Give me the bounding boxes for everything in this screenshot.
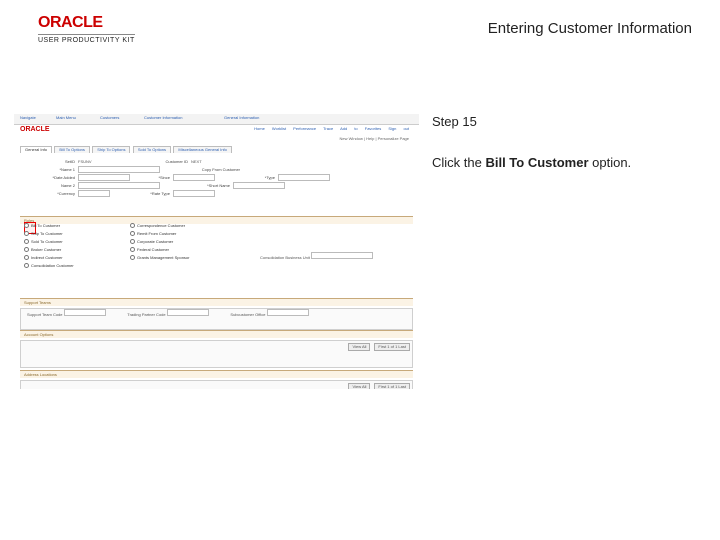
btn-copy-from[interactable]: Copy From Customer: [160, 166, 243, 174]
instruction-text: Click the Bill To Customer option.: [432, 155, 692, 170]
logo-main: ORACLE: [38, 14, 135, 32]
lbl-trading-partner: Trading Partner Code: [127, 312, 165, 317]
lbl-type: *Type: [215, 174, 278, 182]
lbl-currency: *Currency: [20, 190, 78, 198]
lbl-setid: SetID: [20, 158, 78, 166]
checkbox-ship-to-customer[interactable]: Ship To Customer: [24, 230, 114, 238]
page-tools[interactable]: New Window | Help | Personalize Page: [340, 137, 409, 141]
val-setid: FSUNV: [78, 158, 118, 166]
checkbox-indirect-customer[interactable]: Indirect Customer: [24, 254, 114, 262]
tab-strip: General Info Bill To Options Ship To Opt…: [20, 146, 413, 156]
menu-item[interactable]: General Information: [224, 116, 259, 120]
tab-bill-to[interactable]: Bill To Options: [54, 146, 90, 153]
menu-item[interactable]: Customer Information: [144, 116, 182, 120]
lbl-custid: Customer ID: [118, 158, 191, 166]
account-options-block: First 1 of 1 Last View All: [20, 340, 413, 368]
menu-item[interactable]: Navigate: [20, 116, 36, 120]
lbl-since: *Since: [130, 174, 173, 182]
lbl-name1: *Name 1: [20, 166, 78, 174]
select-type[interactable]: [278, 174, 330, 181]
instruction-panel: Step 15 Click the Bill To Customer optio…: [432, 114, 692, 170]
tab-general-info[interactable]: General Info: [20, 146, 52, 153]
app-brand: ORACLE: [20, 126, 50, 134]
lbl-support-team: Support Team Code: [27, 312, 63, 317]
address-block: First 1 of 1 Last View All: [20, 380, 413, 389]
lbl-subcustomer: Subcustomer Office: [230, 312, 265, 317]
input-support-team[interactable]: [64, 309, 106, 316]
input-date-added[interactable]: [78, 174, 130, 181]
form-area: SetID FSUNV Customer ID NEXT *Name 1 Cop…: [20, 158, 413, 208]
menu-bar: Navigate Main Menu Customers Customer In…: [14, 114, 419, 125]
input-subcustomer[interactable]: [267, 309, 309, 316]
instruction-bold: Bill To Customer: [485, 155, 588, 170]
btn-view-all-account[interactable]: View All: [348, 343, 370, 351]
logo-sub: USER PRODUCTIVITY KIT: [38, 34, 135, 44]
checkbox-sold-to-customer[interactable]: Sold To Customer: [24, 238, 114, 246]
tab-misc[interactable]: Miscellaneous General Info: [173, 146, 231, 153]
tab-sold-to[interactable]: Sold To Options: [133, 146, 171, 153]
menu-item[interactable]: Customers: [100, 116, 119, 120]
input-name2[interactable]: [78, 182, 160, 189]
checkbox-remit-from-customer[interactable]: Remit From Customer: [130, 230, 250, 238]
input-name1[interactable]: [78, 166, 160, 173]
input-trading-partner[interactable]: [167, 309, 209, 316]
checkbox-broker-customer[interactable]: Broker Customer: [24, 246, 114, 254]
lbl-date-added: *Date Added: [20, 174, 78, 182]
roles-area: Bill To Customer Ship To Customer Sold T…: [20, 222, 413, 292]
section-support-teams: Support Teams: [20, 298, 413, 306]
checkbox-consolidation-customer[interactable]: Consolidation Customer: [24, 262, 114, 270]
lbl-name2: Name 2: [20, 182, 78, 190]
step-label: Step 15: [432, 114, 692, 129]
checkbox-corporate-customer[interactable]: Corporate Customer: [130, 238, 250, 246]
input-short-name[interactable]: [233, 182, 285, 189]
embedded-screenshot: Navigate Main Menu Customers Customer In…: [14, 114, 419, 389]
input-currency[interactable]: [78, 190, 110, 197]
instruction-pre: Click the: [432, 155, 485, 170]
checkbox-federal-customer[interactable]: Federal Customer: [130, 246, 250, 254]
val-custid: NEXT: [191, 158, 202, 166]
header-links[interactable]: Home Worklist Performance Trace Add to F…: [254, 127, 409, 131]
pager-account[interactable]: First 1 of 1 Last: [374, 343, 410, 351]
section-account-options: Account Options: [20, 330, 413, 338]
checkbox-correspondence-customer[interactable]: Correspondence Customer: [130, 222, 250, 230]
instruction-post: option.: [589, 155, 632, 170]
page-title: Entering Customer Information: [488, 20, 692, 37]
lbl-rate-type: *Rate Type: [110, 190, 173, 198]
tab-ship-to[interactable]: Ship To Options: [92, 146, 130, 153]
oracle-logo: ORACLE USER PRODUCTIVITY KIT: [38, 14, 135, 44]
checkbox-grants-sponsor[interactable]: Grants Management Sponsor: [130, 254, 250, 262]
input-consolidation-bu[interactable]: [311, 252, 373, 259]
checkbox-bill-to-customer[interactable]: Bill To Customer: [24, 222, 114, 230]
lbl-consolidation-bu: Consolidation Business Unit: [260, 255, 310, 260]
menu-item[interactable]: Main Menu: [56, 116, 76, 120]
input-rate-type[interactable]: [173, 190, 215, 197]
input-since[interactable]: [173, 174, 215, 181]
btn-view-all-address[interactable]: View All: [348, 383, 370, 389]
pager-address[interactable]: First 1 of 1 Last: [374, 383, 410, 389]
section-address-locations: Address Locations: [20, 370, 413, 378]
lbl-short-name: *Short Name: [160, 182, 233, 190]
